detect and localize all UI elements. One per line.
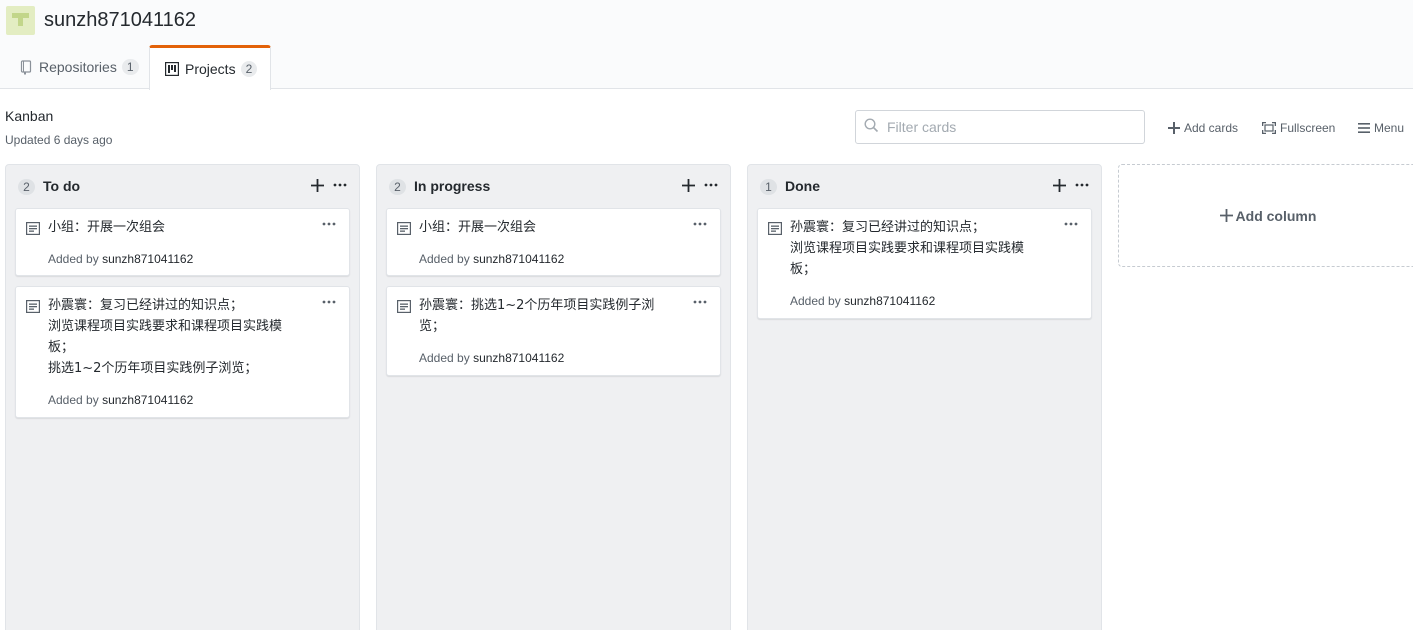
search-icon <box>864 118 879 136</box>
column-in-progress: 2 In progress 小组：开展一次组会 Added by sunzh87… <box>376 164 731 630</box>
card-author-link[interactable]: sunzh871041162 <box>102 252 193 266</box>
project-card[interactable]: 孙震寰：挑选1~2个历年项目实践例子浏 览； Added by sunzh871… <box>386 286 721 376</box>
card-added-by: Added by <box>790 294 841 308</box>
column-done: 1 Done 孙震寰：复习已经讲过的知识点； 浏览课程项目实践要求和课程项目实践… <box>747 164 1102 630</box>
column-header: 1 Done <box>748 165 1101 208</box>
plus-icon <box>1168 122 1180 134</box>
board-updated: Updated 6 days ago <box>5 133 113 147</box>
add-cards-label: Add cards <box>1184 121 1239 135</box>
column-to-do: 2 To do 小组：开展一次组会 Added by sunzh87104116… <box>5 164 360 630</box>
page-header: sunzh871041162 Repositories 1 Projects 2 <box>0 0 1413 90</box>
tab-repositories-count: 1 <box>121 59 139 75</box>
card-added-by: Added by <box>48 393 99 407</box>
plus-icon <box>1219 209 1233 222</box>
card-meta: Added by sunzh871041162 <box>48 393 193 407</box>
card-author-link[interactable]: sunzh871041162 <box>102 393 193 407</box>
add-cards-button[interactable]: Add cards <box>1168 119 1238 137</box>
add-column-button[interactable]: Add column <box>1118 164 1413 267</box>
add-card-icon[interactable] <box>309 176 325 194</box>
add-column-label: Add column <box>1235 207 1317 224</box>
note-icon <box>397 222 412 236</box>
board-title: Kanban <box>5 108 54 124</box>
card-author-link[interactable]: sunzh871041162 <box>473 252 564 266</box>
column-title[interactable]: In progress <box>414 178 490 194</box>
fullscreen-label: Fullscreen <box>1280 121 1336 135</box>
card-menu-icon[interactable] <box>692 295 708 309</box>
card-note-text: 孙震寰：挑选1~2个历年项目实践例子浏 览； <box>419 298 655 334</box>
card-meta: Added by sunzh871041162 <box>790 294 935 308</box>
card-added-by: Added by <box>419 252 470 266</box>
card-menu-icon[interactable] <box>1063 217 1079 231</box>
tab-repositories[interactable]: Repositories 1 <box>5 45 149 89</box>
hamburger-icon <box>1358 123 1370 133</box>
card-note-text: 小组：开展一次组会 <box>419 220 537 235</box>
project-icon <box>165 61 179 77</box>
column-menu-icon[interactable] <box>702 176 720 194</box>
card-meta: Added by sunzh871041162 <box>419 252 564 266</box>
card-added-by: Added by <box>419 351 470 365</box>
note-icon <box>397 300 412 314</box>
card-meta: Added by sunzh871041162 <box>419 351 564 365</box>
tab-projects-count: 2 <box>240 61 258 77</box>
tab-repositories-label: Repositories <box>39 59 117 75</box>
menu-label: Menu <box>1374 121 1405 135</box>
column-menu-icon[interactable] <box>1073 176 1091 194</box>
column-title[interactable]: Done <box>785 178 820 194</box>
tab-projects-label: Projects <box>185 61 236 77</box>
card-added-by: Added by <box>48 252 99 266</box>
project-card[interactable]: 孙震寰：复习已经讲过的知识点； 浏览课程项目实践要求和课程项目实践模 板； 挑选… <box>15 286 350 418</box>
card-meta: Added by sunzh871041162 <box>48 252 193 266</box>
project-card[interactable]: 小组：开展一次组会 Added by sunzh871041162 <box>386 208 721 276</box>
column-menu-icon[interactable] <box>331 176 349 194</box>
project-card[interactable]: 小组：开展一次组会 Added by sunzh871041162 <box>15 208 350 276</box>
repo-icon <box>19 59 33 75</box>
card-note-text: 孙震寰：复习已经讲过的知识点； 浏览课程项目实践要求和课程项目实践模 板； 挑选… <box>48 298 283 376</box>
column-card-count: 2 <box>18 179 35 195</box>
column-header: 2 To do <box>6 165 359 208</box>
fullscreen-button[interactable]: Fullscreen <box>1262 119 1335 137</box>
column-card-count: 2 <box>389 179 406 195</box>
menu-button[interactable]: Menu <box>1358 119 1404 137</box>
avatar[interactable] <box>6 6 35 35</box>
filter-cards-field[interactable] <box>855 110 1145 144</box>
filter-cards-input[interactable] <box>887 119 1137 135</box>
card-note-text: 小组：开展一次组会 <box>48 220 166 235</box>
card-note-text: 孙震寰：复习已经讲过的知识点； 浏览课程项目实践要求和课程项目实践模 板； <box>790 220 1025 277</box>
add-card-icon[interactable] <box>680 176 696 194</box>
column-card-count: 1 <box>760 179 777 195</box>
column-title[interactable]: To do <box>43 178 80 194</box>
card-menu-icon[interactable] <box>321 295 337 309</box>
tab-projects[interactable]: Projects 2 <box>149 45 271 90</box>
note-icon <box>26 300 41 314</box>
fullscreen-icon <box>1262 122 1276 134</box>
card-author-link[interactable]: sunzh871041162 <box>473 351 564 365</box>
owner-name[interactable]: sunzh871041162 <box>44 9 196 32</box>
card-menu-icon[interactable] <box>321 217 337 231</box>
add-card-icon[interactable] <box>1051 176 1067 194</box>
note-icon <box>768 222 783 236</box>
card-author-link[interactable]: sunzh871041162 <box>844 294 935 308</box>
column-header: 2 In progress <box>377 165 730 208</box>
project-card[interactable]: 孙震寰：复习已经讲过的知识点； 浏览课程项目实践要求和课程项目实践模 板； Ad… <box>757 208 1092 319</box>
card-menu-icon[interactable] <box>692 217 708 231</box>
note-icon <box>26 222 41 236</box>
